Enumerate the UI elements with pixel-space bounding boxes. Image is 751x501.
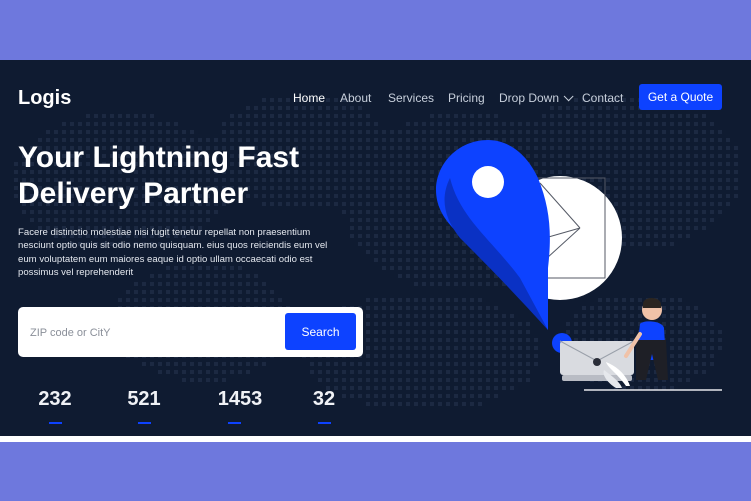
search-form: Search [18, 307, 363, 357]
package-dot [593, 358, 601, 366]
get-quote-button[interactable]: Get a Quote [639, 84, 722, 110]
delivery-illustration [436, 140, 722, 391]
hero-title: Your Lightning Fast Delivery Partner [18, 140, 348, 212]
bottom-divider [0, 436, 751, 442]
stat-value-1: 232 [38, 388, 72, 410]
navbar: Logis Home About Services Pricing Drop D… [0, 60, 751, 134]
person-hair [643, 298, 661, 308]
stat-value-2: 521 [127, 388, 161, 410]
zip-search-input[interactable] [28, 319, 282, 347]
hero-title-line-2: Delivery Partner [18, 177, 249, 210]
stat-underline-4 [318, 422, 331, 424]
nav-contact[interactable]: Contact [582, 91, 623, 105]
nav-pricing[interactable]: Pricing [448, 91, 485, 105]
nav-about[interactable]: About [340, 91, 371, 105]
hero-section: Logis Home About Services Pricing Drop D… [0, 60, 751, 442]
stat-underline-3 [228, 422, 241, 424]
logo[interactable]: Logis [18, 87, 71, 110]
search-button[interactable]: Search [285, 313, 356, 350]
stat-underline-2 [138, 422, 151, 424]
stat-underline-1 [49, 422, 62, 424]
stat-value-4: 32 [312, 388, 336, 410]
nav-dropdown-label: Drop Down [499, 91, 560, 105]
stat-value-3: 1453 [217, 388, 263, 410]
nav-home[interactable]: Home [293, 91, 325, 105]
nav-services[interactable]: Services [388, 91, 434, 105]
chevron-down-icon [563, 91, 574, 102]
hero-title-line-1: Your Lightning Fast [18, 141, 300, 174]
hero-description: Facere distinctio molestiae nisi fugit t… [18, 227, 328, 279]
nav-dropdown[interactable]: Drop Down [499, 91, 574, 105]
location-pin-hole [472, 166, 504, 198]
